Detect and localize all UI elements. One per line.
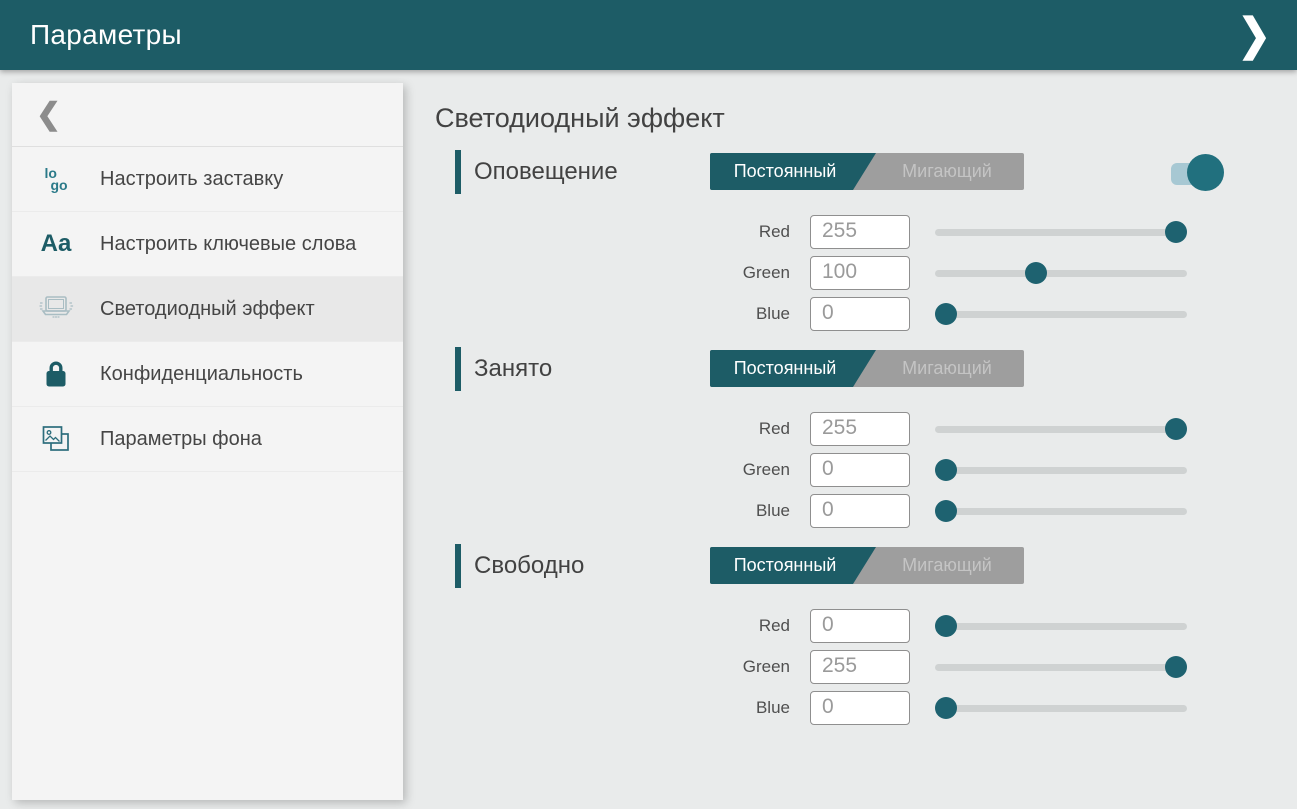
slider-thumb[interactable]	[935, 697, 957, 719]
sidebar-item-keywords[interactable]: Aa Настроить ключевые слова	[12, 212, 403, 277]
mode-option-constant[interactable]: Постоянный	[710, 547, 876, 584]
lock-icon	[12, 359, 100, 389]
blue-row: Blue	[710, 691, 1297, 725]
green-row: Green	[710, 453, 1297, 487]
red-value-input[interactable]	[810, 609, 910, 643]
switch-knob	[1187, 154, 1224, 191]
chevron-right-icon[interactable]: ❯	[1237, 13, 1271, 57]
sidebar-item-label: Настроить ключевые слова	[100, 231, 362, 258]
section-notification: Оповещение Постоянный Мигающий Red Green	[455, 150, 1297, 331]
slider-thumb[interactable]	[935, 615, 957, 637]
green-value-input[interactable]	[810, 256, 910, 290]
green-row: Green	[710, 650, 1297, 684]
red-slider[interactable]	[935, 221, 1187, 243]
mode-option-constant[interactable]: Постоянный	[710, 350, 876, 387]
slider-thumb[interactable]	[1025, 262, 1047, 284]
mode-toggle: Постоянный Мигающий	[710, 350, 1024, 387]
red-row: Red	[710, 412, 1297, 446]
mode-option-constant[interactable]: Постоянный	[710, 153, 876, 190]
blue-slider[interactable]	[935, 500, 1187, 522]
red-slider[interactable]	[935, 418, 1187, 440]
blue-value-input[interactable]	[810, 494, 910, 528]
blue-label: Blue	[710, 698, 790, 718]
green-label: Green	[710, 460, 790, 480]
blue-value-input[interactable]	[810, 297, 910, 331]
sidebar-item-screensaver[interactable]: lo go Настроить заставку	[12, 147, 403, 212]
mode-option-blinking[interactable]: Мигающий	[876, 350, 1024, 387]
red-row: Red	[710, 609, 1297, 643]
green-slider[interactable]	[935, 656, 1187, 678]
slider-track	[935, 664, 1187, 671]
mode-option-blinking[interactable]: Мигающий	[876, 547, 1024, 584]
sidebar-item-label: Конфиденциальность	[100, 361, 309, 388]
slider-track	[935, 508, 1187, 515]
red-label: Red	[710, 222, 790, 242]
sidebar: ❮ lo go Настроить заставку Aa Настроить …	[12, 83, 403, 800]
green-label: Green	[710, 657, 790, 677]
keywords-icon: Aa	[12, 230, 100, 258]
slider-thumb[interactable]	[935, 303, 957, 325]
sidebar-item-privacy[interactable]: Конфиденциальность	[12, 342, 403, 407]
logo-icon-text: go	[50, 179, 67, 191]
mode-option-blinking[interactable]: Мигающий	[876, 153, 1024, 190]
sidebar-item-background[interactable]: Параметры фона	[12, 407, 403, 472]
red-slider[interactable]	[935, 615, 1187, 637]
green-slider[interactable]	[935, 459, 1187, 481]
slider-thumb[interactable]	[935, 459, 957, 481]
chevron-left-icon: ❮	[36, 97, 61, 132]
slider-track	[935, 426, 1187, 433]
green-value-input[interactable]	[810, 650, 910, 684]
page-title: Параметры	[30, 19, 182, 51]
blue-label: Blue	[710, 304, 790, 324]
blue-slider[interactable]	[935, 303, 1187, 325]
green-row: Green	[710, 256, 1297, 290]
background-images-icon	[12, 423, 100, 455]
sidebar-item-label: Настроить заставку	[100, 166, 289, 193]
accent-bar	[455, 347, 461, 391]
sidebar-item-led-effect[interactable]: Светодиодный эффект	[12, 277, 403, 342]
section-free: Свободно Постоянный Мигающий Red Green	[455, 544, 1297, 725]
blue-row: Blue	[710, 494, 1297, 528]
section-label: Свободно	[474, 552, 584, 580]
section-label: Занято	[474, 355, 552, 383]
app-header: Параметры ❯	[0, 0, 1297, 70]
slider-thumb[interactable]	[1165, 656, 1187, 678]
blue-row: Blue	[710, 297, 1297, 331]
mode-toggle: Постоянный Мигающий	[710, 153, 1024, 190]
red-value-input[interactable]	[810, 412, 910, 446]
back-button[interactable]: ❮	[12, 83, 403, 147]
slider-track	[935, 270, 1187, 277]
slider-thumb[interactable]	[935, 500, 957, 522]
blue-value-input[interactable]	[810, 691, 910, 725]
accent-bar	[455, 544, 461, 588]
slider-track	[935, 229, 1187, 236]
blue-label: Blue	[710, 501, 790, 521]
accent-bar	[455, 150, 461, 194]
green-value-input[interactable]	[810, 453, 910, 487]
slider-thumb[interactable]	[1165, 221, 1187, 243]
green-slider[interactable]	[935, 262, 1187, 284]
section-busy: Занято Постоянный Мигающий Red Green	[455, 347, 1297, 528]
sidebar-item-label: Параметры фона	[100, 426, 268, 453]
logo-icon: lo go	[12, 167, 100, 191]
slider-track	[935, 467, 1187, 474]
red-label: Red	[710, 616, 790, 636]
main-title: Светодиодный эффект	[435, 103, 1297, 134]
slider-thumb[interactable]	[1165, 418, 1187, 440]
mode-toggle: Постоянный Мигающий	[710, 547, 1024, 584]
slider-track	[935, 311, 1187, 318]
green-label: Green	[710, 263, 790, 283]
red-value-input[interactable]	[810, 215, 910, 249]
blue-slider[interactable]	[935, 697, 1187, 719]
section-label: Оповещение	[474, 158, 618, 186]
enable-switch[interactable]	[1171, 154, 1224, 192]
slider-track	[935, 705, 1187, 712]
slider-track	[935, 623, 1187, 630]
red-label: Red	[710, 419, 790, 439]
sidebar-item-label: Светодиодный эффект	[100, 296, 321, 323]
led-monitor-icon	[12, 293, 100, 325]
red-row: Red	[710, 215, 1297, 249]
led-effect-panel: Светодиодный эффект Оповещение Постоянны…	[403, 70, 1297, 809]
